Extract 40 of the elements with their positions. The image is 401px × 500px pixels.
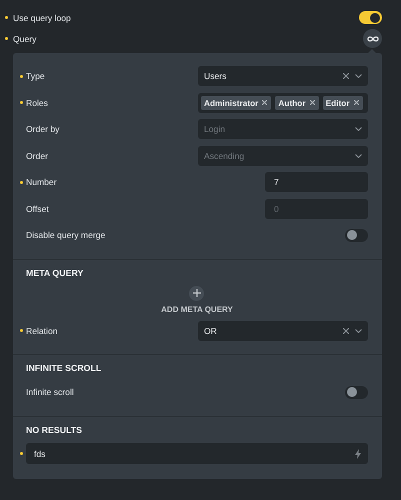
infinity-icon xyxy=(366,34,378,42)
remove-icon[interactable] xyxy=(310,100,315,106)
plus-icon xyxy=(189,286,204,300)
clear-icon[interactable] xyxy=(343,328,349,334)
text-field[interactable]: fds xyxy=(26,443,368,464)
section-heading: META QUERY xyxy=(25,268,84,278)
role-tag[interactable]: Administrator xyxy=(201,96,272,110)
bolt-icon xyxy=(355,448,361,459)
setting-label: Offset xyxy=(26,204,49,214)
toggle-switch[interactable] xyxy=(345,386,368,399)
number-field[interactable]: 0 xyxy=(265,198,368,219)
setting-label: Order xyxy=(26,150,48,161)
tags-field[interactable]: Administrator Author Editor xyxy=(198,92,368,113)
setting-label: Number xyxy=(26,177,57,188)
role-tag[interactable]: Author xyxy=(275,96,319,110)
number-field[interactable]: 7 xyxy=(265,172,368,192)
remove-icon[interactable] xyxy=(262,100,268,106)
toggle-switch[interactable] xyxy=(359,11,382,24)
setting-label: Roles xyxy=(26,98,48,108)
select-field[interactable]: Users xyxy=(198,66,368,86)
chevron-down-icon xyxy=(355,74,362,78)
chevron-down-icon xyxy=(355,127,362,132)
select-field[interactable]: OR xyxy=(198,320,368,341)
section-heading: INFINITE SCROLL xyxy=(25,363,102,373)
setting-label: Use query loop xyxy=(13,12,71,22)
toggle-switch[interactable] xyxy=(345,228,368,242)
chevron-down-icon xyxy=(355,154,362,158)
infinity-button[interactable] xyxy=(363,29,382,48)
chevron-down-icon xyxy=(355,328,362,333)
clear-icon[interactable] xyxy=(343,73,349,80)
role-tag[interactable]: Editor xyxy=(322,96,363,110)
setting-label: Order by xyxy=(26,124,60,134)
remove-icon[interactable] xyxy=(354,100,359,106)
setting-label: Disable query merge xyxy=(26,230,106,240)
section-heading: NO RESULTS xyxy=(25,424,84,434)
setting-label: Infinite scroll xyxy=(26,387,74,398)
setting-label: Relation xyxy=(26,326,58,336)
setting-label: Type xyxy=(26,71,45,82)
setting-label: Query xyxy=(13,34,36,44)
add-button[interactable]: ADD META QUERY xyxy=(161,286,233,314)
